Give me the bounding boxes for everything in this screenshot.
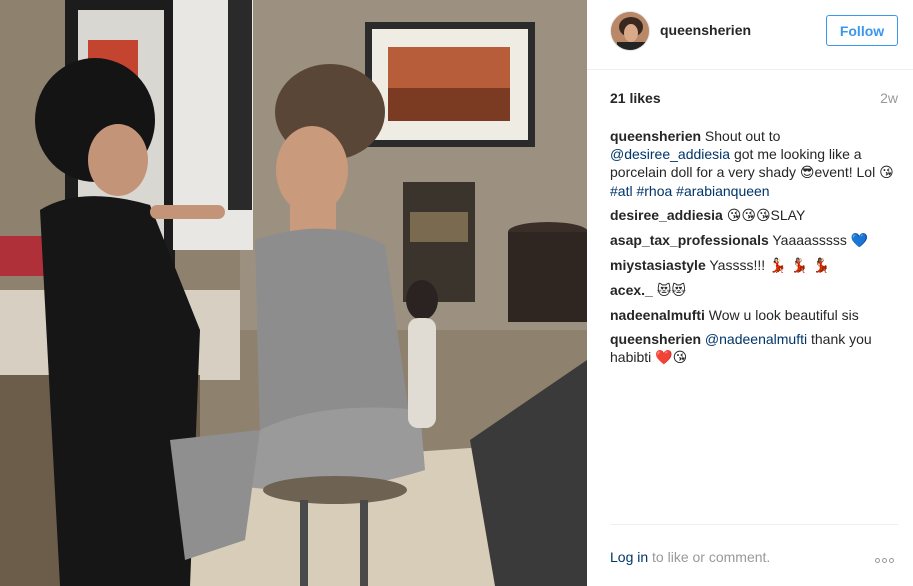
- comment: miystasiastyle Yassss!!! 💃🏻 💃🏽 💃🏾: [610, 256, 898, 275]
- post-header: queensherien Follow: [587, 0, 913, 70]
- comment-emoji: 💃🏻 💃🏽 💃🏾: [769, 258, 831, 274]
- post-photo[interactable]: [0, 0, 587, 586]
- comment-username[interactable]: miystasiastyle: [610, 257, 706, 273]
- comment: desiree_addiesia 😘😘😘SLAY: [610, 206, 898, 225]
- comment-mention[interactable]: #arabianqueen: [676, 183, 769, 199]
- comment: asap_tax_professionals Yaaaasssss 💙: [610, 231, 898, 250]
- avatar[interactable]: [610, 11, 650, 51]
- comment: nadeenalmufti Wow u look beautiful sis: [610, 306, 898, 324]
- comment-text: Yassss!!!: [705, 257, 770, 273]
- follow-button[interactable]: Follow: [826, 15, 898, 46]
- comment-emoji: 😘😘😘: [726, 208, 771, 224]
- post-username[interactable]: queensherien: [660, 22, 751, 38]
- comment: queensherien @nadeenalmufti thank you ha…: [610, 330, 898, 367]
- divider: [610, 524, 898, 525]
- instagram-post: queensherien Follow 21 likes 2w queenshe…: [0, 0, 913, 586]
- comment-emoji: 💙: [850, 233, 869, 249]
- login-suffix: to like or comment.: [648, 549, 771, 565]
- comment-username[interactable]: asap_tax_professionals: [610, 232, 769, 248]
- comment-text: event! Lol: [814, 164, 880, 180]
- comment-mention[interactable]: #atl: [610, 183, 633, 199]
- post-sidebar: queensherien Follow 21 likes 2w queenshe…: [587, 0, 913, 586]
- comment-emoji: 😎: [799, 165, 815, 181]
- comment-emoji: 😻😻: [656, 283, 686, 299]
- comment-username[interactable]: queensherien: [610, 331, 701, 347]
- more-options-icon[interactable]: [875, 551, 899, 563]
- comment: queensherien Shout out to @desiree_addie…: [610, 127, 898, 200]
- comment-mention[interactable]: @nadeenalmufti: [705, 331, 807, 347]
- comment-username[interactable]: nadeenalmufti: [610, 307, 705, 323]
- comment-text: Wow u look beautiful sis: [704, 307, 859, 323]
- likes-row: 21 likes 2w: [610, 90, 898, 110]
- avatar-image: [611, 12, 649, 50]
- login-link[interactable]: Log in: [610, 549, 648, 565]
- comment-username[interactable]: acex._: [610, 282, 653, 298]
- comment-mention[interactable]: @desiree_addiesia: [610, 146, 730, 162]
- comment-username[interactable]: desiree_addiesia: [610, 207, 723, 223]
- post-time[interactable]: 2w: [880, 90, 898, 106]
- comment: acex._ 😻😻: [610, 281, 898, 300]
- comment-username[interactable]: queensherien: [610, 128, 701, 144]
- comment-emoji: 😘: [879, 165, 894, 181]
- comment-emoji: ❤️😘: [655, 350, 688, 366]
- comment-mention[interactable]: #rhoa: [636, 183, 672, 199]
- post-photo-illustration: [0, 0, 587, 586]
- comment-text: Yaaaasssss: [768, 232, 851, 248]
- comments-list: queensherien Shout out to @desiree_addie…: [610, 127, 898, 373]
- likes-count[interactable]: 21 likes: [610, 90, 661, 106]
- login-prompt: Log in to like or comment.: [610, 549, 898, 565]
- comment-text: SLAY: [770, 207, 806, 223]
- comment-text: Shout out to: [701, 128, 781, 144]
